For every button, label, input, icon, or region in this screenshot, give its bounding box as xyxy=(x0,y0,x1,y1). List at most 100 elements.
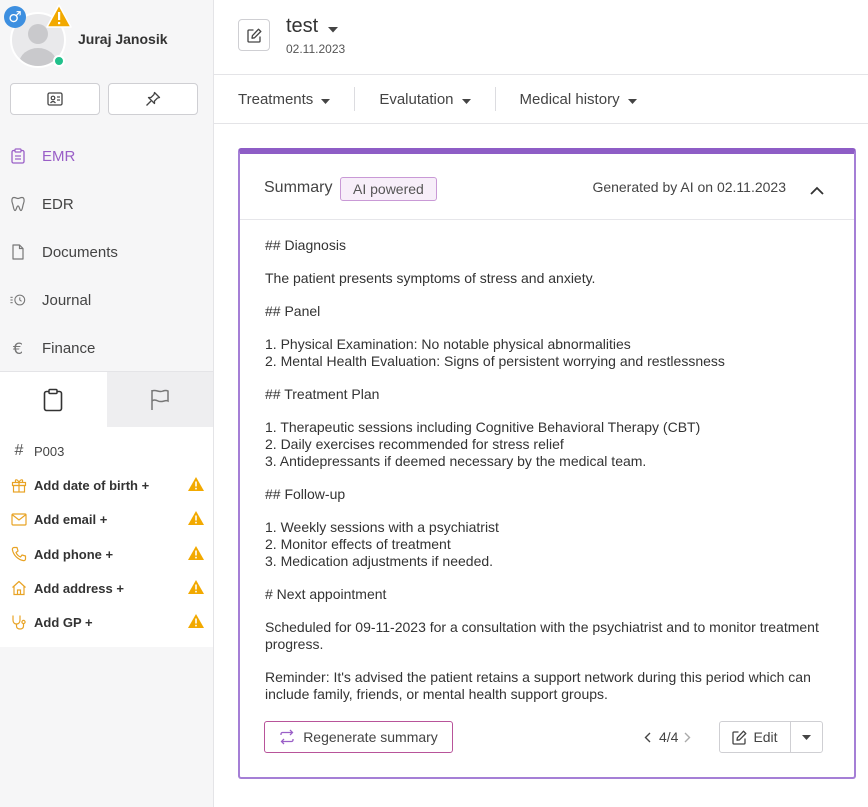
tooth-icon xyxy=(10,196,26,212)
page-indicator: 4/4 xyxy=(659,729,679,745)
sidebar-item-label: EMR xyxy=(42,147,76,165)
contact-card-button[interactable] xyxy=(10,83,100,115)
hash-icon: # xyxy=(14,442,24,459)
edit-title-button[interactable] xyxy=(238,19,270,51)
edit-icon xyxy=(732,730,747,745)
chevron-right-icon xyxy=(684,732,691,742)
warning-icon xyxy=(187,476,205,495)
summary-line: The patient presents symptoms of stress … xyxy=(265,270,596,286)
summary-card: Summary AI powered Generated by AI on 02… xyxy=(238,148,856,779)
sidebar-item-edr[interactable]: EDR xyxy=(0,184,213,224)
regenerate-summary-button[interactable]: Regenerate summary xyxy=(264,721,453,753)
add-phone-link[interactable]: Add phone + xyxy=(10,542,205,566)
warning-icon xyxy=(187,545,205,564)
warning-icon xyxy=(187,510,205,529)
summary-heading: # Next appointment xyxy=(265,586,387,602)
add-email-link[interactable]: Add email + xyxy=(10,507,205,531)
section-menubar: Treatments Evalutation Medical history xyxy=(214,75,868,124)
phone-icon xyxy=(10,545,28,563)
summary-line: 1. Therapeutic sessions including Cognit… xyxy=(265,419,701,435)
summary-body: ## Diagnosis The patient presents symptom… xyxy=(265,237,835,703)
sidebar-item-label: Finance xyxy=(42,339,96,357)
history-icon xyxy=(10,292,26,308)
sidebar-item-emr[interactable]: EMR xyxy=(0,136,213,176)
edit-icon xyxy=(246,28,261,43)
edit-dropdown-button[interactable] xyxy=(791,722,822,752)
caret-down-icon xyxy=(321,91,331,108)
sidebar-item-documents[interactable]: Documents xyxy=(0,232,213,272)
tab-clipboard[interactable] xyxy=(0,372,107,428)
online-status-dot xyxy=(53,55,65,67)
sidebar-item-label: Journal xyxy=(42,291,92,309)
tab-flag[interactable] xyxy=(106,372,213,428)
refresh-icon xyxy=(279,729,295,745)
gift-icon xyxy=(10,476,28,494)
summary-heading: ## Diagnosis xyxy=(265,237,346,253)
edit-button[interactable]: Edit xyxy=(720,722,791,752)
summary-line: 2. Daily exercises recommended for stres… xyxy=(265,436,564,452)
ai-powered-badge: AI powered xyxy=(340,177,437,201)
app: ♂ Juraj Janosik EMR EDR Documents Journa… xyxy=(0,0,868,807)
sidebar-item-finance[interactable]: € Finance xyxy=(0,328,213,368)
pin-button[interactable] xyxy=(108,83,198,115)
caret-down-icon xyxy=(627,91,637,108)
add-date-of-birth-link[interactable]: Add date of birth + xyxy=(10,473,205,497)
prev-page-button[interactable] xyxy=(644,732,651,743)
caret-down-icon xyxy=(328,16,339,39)
sidebar-tabs xyxy=(0,371,213,428)
pin-icon xyxy=(146,91,161,106)
add-address-link[interactable]: Add address + xyxy=(10,576,205,600)
page-title[interactable]: test xyxy=(286,14,339,39)
patient-id: P003 xyxy=(34,443,65,459)
caret-down-icon xyxy=(802,734,811,740)
avatar-container: ♂ xyxy=(4,4,72,68)
add-gp-link[interactable]: Add GP + xyxy=(10,610,205,634)
euro-icon: € xyxy=(12,338,24,358)
summary-title: Summary xyxy=(264,179,333,196)
clipboard-icon xyxy=(10,148,26,164)
stethoscope-icon xyxy=(10,613,28,631)
menu-medical-history[interactable]: Medical history xyxy=(494,87,661,111)
sidebar-item-journal[interactable]: Journal xyxy=(0,280,213,320)
sidebar-item-label: EDR xyxy=(42,195,74,213)
edit-split-button: Edit xyxy=(719,721,823,753)
summary-line: 3. Antidepressants if deemed necessary b… xyxy=(265,453,647,469)
summary-heading: ## Treatment Plan xyxy=(265,386,380,402)
home-icon xyxy=(10,579,28,597)
document-icon xyxy=(10,244,26,260)
generated-info: Generated by AI on 02.11.2023 xyxy=(592,179,786,195)
summary-line: 3. Medication adjustments if needed. xyxy=(265,553,494,569)
gender-male-icon: ♂ xyxy=(4,6,26,28)
summary-line: Reminder: It's advised the patient retai… xyxy=(265,669,811,702)
contact-card-icon xyxy=(47,92,63,106)
sidebar: ♂ Juraj Janosik EMR EDR Documents Journa… xyxy=(0,0,214,807)
warning-icon xyxy=(187,613,205,632)
chevron-left-icon xyxy=(644,732,651,742)
collapse-button[interactable] xyxy=(810,182,824,198)
menu-evalutation[interactable]: Evalutation xyxy=(354,87,494,111)
summary-heading: ## Follow-up xyxy=(265,486,346,502)
chevron-up-icon xyxy=(810,186,824,195)
envelope-icon xyxy=(10,510,28,528)
summary-line: 1. Weekly sessions with a psychiatrist xyxy=(265,519,499,535)
clipboard-icon xyxy=(43,388,63,412)
summary-line: 2. Mental Health Evaluation: Signs of pe… xyxy=(265,353,725,369)
summary-line: 1. Physical Examination: No notable phys… xyxy=(265,336,631,352)
menu-treatments[interactable]: Treatments xyxy=(214,87,354,111)
patient-info-panel: # P003 Add date of birth + Add email + A… xyxy=(0,427,213,647)
flag-icon xyxy=(151,389,169,410)
page-date: 02.11.2023 xyxy=(286,42,346,56)
page-header: test 02.11.2023 xyxy=(214,0,868,75)
next-page-button[interactable] xyxy=(684,732,691,743)
summary-header: Summary AI powered Generated by AI on 02… xyxy=(240,154,854,220)
